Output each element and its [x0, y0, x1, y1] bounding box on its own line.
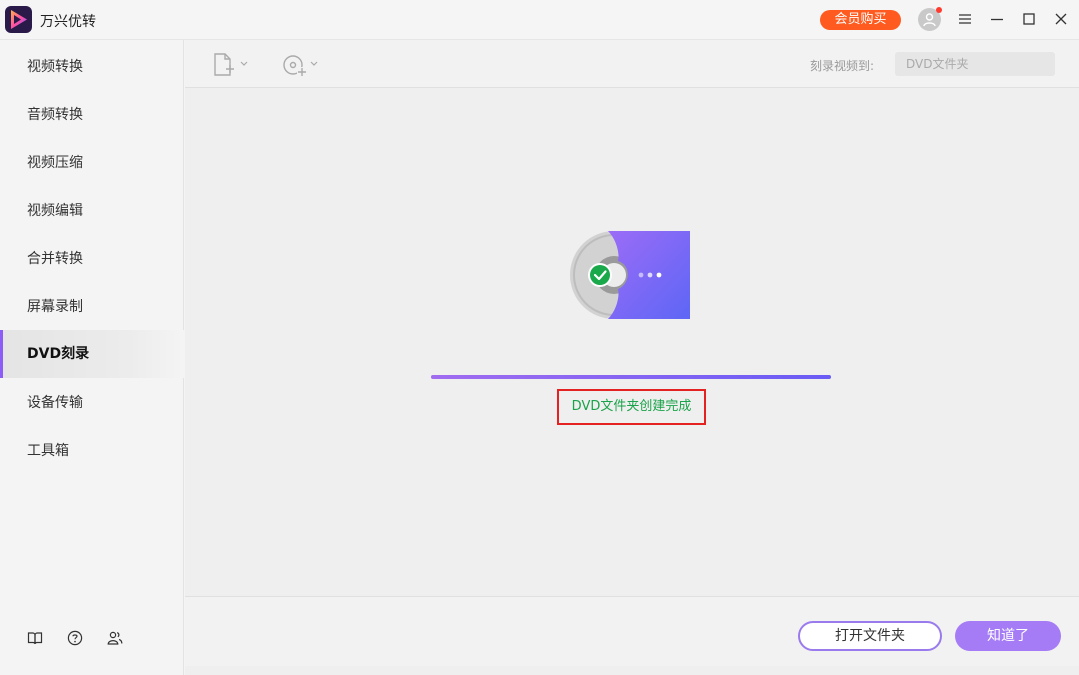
sidebar-item-video-edit[interactable]: 视频编辑: [0, 187, 184, 235]
title-bar: 万兴优转 会员购买: [0, 0, 1079, 40]
vip-purchase-button[interactable]: 会员购买: [820, 10, 901, 30]
sidebar-item-video-convert[interactable]: 视频转换: [0, 43, 184, 91]
maximize-icon[interactable]: [1020, 10, 1038, 28]
burn-to-label: 刻录视频到:: [810, 59, 875, 73]
app-logo-icon: [5, 6, 32, 33]
toolbar: 刻录视频到: DVD文件夹: [185, 40, 1079, 88]
avatar-icon[interactable]: [918, 7, 942, 31]
sidebar-item-dvd-burn[interactable]: DVD刻录: [0, 330, 184, 378]
menu-icon[interactable]: [956, 10, 974, 28]
destination-select[interactable]: DVD文件夹: [895, 52, 1055, 76]
sidebar-item-toolbox[interactable]: 工具箱: [0, 427, 184, 475]
status-message: DVD文件夹创建完成: [557, 389, 706, 425]
sidebar: 视频转换 音频转换 视频压缩 视频编辑 合并转换 屏幕录制 DVD刻录 设备传输…: [0, 40, 184, 675]
footer-bar: 打开文件夹 知道了: [185, 596, 1079, 666]
sidebar-item-device-transfer[interactable]: 设备传输: [0, 379, 184, 427]
help-icon[interactable]: [67, 630, 83, 646]
add-file-icon[interactable]: [212, 52, 250, 82]
open-folder-button[interactable]: 打开文件夹: [798, 621, 942, 651]
sidebar-item-screen-record[interactable]: 屏幕录制: [0, 283, 184, 331]
dvd-disc-icon: [570, 231, 692, 325]
notification-dot: [936, 7, 942, 13]
users-icon[interactable]: [107, 630, 123, 646]
add-disc-icon[interactable]: [282, 52, 322, 82]
sidebar-item-video-compress[interactable]: 视频压缩: [0, 139, 184, 187]
sidebar-item-audio-convert[interactable]: 音频转换: [0, 91, 184, 139]
book-icon[interactable]: [27, 630, 43, 646]
main-panel: 刻录视频到: DVD文件夹 DVD文件夹创建完成 打开文件夹 知道了: [185, 40, 1079, 675]
app-title: 万兴优转: [40, 14, 96, 30]
sidebar-item-merge-convert[interactable]: 合并转换: [0, 235, 184, 283]
progress-bar: [431, 375, 831, 379]
close-icon[interactable]: [1052, 10, 1070, 28]
progress-bar-fill: [431, 375, 831, 379]
minimize-icon[interactable]: [988, 10, 1006, 28]
got-it-button[interactable]: 知道了: [955, 621, 1061, 651]
